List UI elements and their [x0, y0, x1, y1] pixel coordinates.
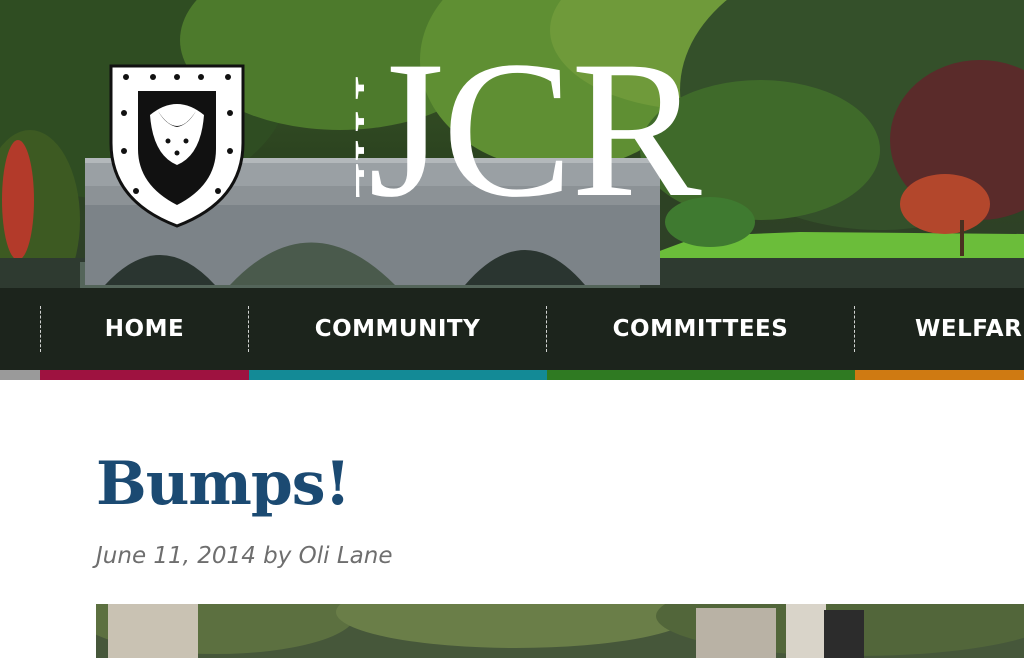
post-title[interactable]: Bumps! — [96, 444, 351, 524]
nav-item-home[interactable]: HOME — [41, 288, 248, 370]
nav-color-strip-committees — [547, 370, 855, 380]
post-image-scene — [96, 604, 1024, 658]
nav-color-strip-community — [249, 370, 547, 380]
main-nav: HOME COMMUNITY COMMITTEES WELFARE — [0, 288, 1024, 370]
nav-item-community[interactable]: COMMUNITY — [249, 288, 546, 370]
nav-item-committees[interactable]: COMMITTEES — [547, 288, 854, 370]
post-featured-image — [96, 604, 1024, 658]
nav-color-strip-lead — [0, 370, 40, 380]
logo-the-text: THE — [340, 66, 364, 197]
college-crest-icon[interactable] — [108, 63, 246, 229]
nav-separator — [854, 306, 855, 352]
nav-color-strip-welfare — [855, 370, 1024, 380]
logo-jcr-text[interactable]: JCR — [368, 30, 702, 230]
nav-color-strip-home — [40, 370, 249, 380]
nav-item-welfare[interactable]: WELFARE — [915, 288, 1024, 370]
site-header: THE JCR HOME COMMUNITY COMMITTEES WELFAR… — [0, 0, 1024, 380]
post-meta: June 11, 2014 by Oli Lane — [96, 540, 393, 572]
post-date: June 11, 2014 — [96, 543, 256, 569]
post-author-link[interactable]: Oli Lane — [299, 543, 393, 569]
logo-the-wordmark: THE — [340, 66, 364, 197]
post-by: by — [263, 543, 292, 569]
